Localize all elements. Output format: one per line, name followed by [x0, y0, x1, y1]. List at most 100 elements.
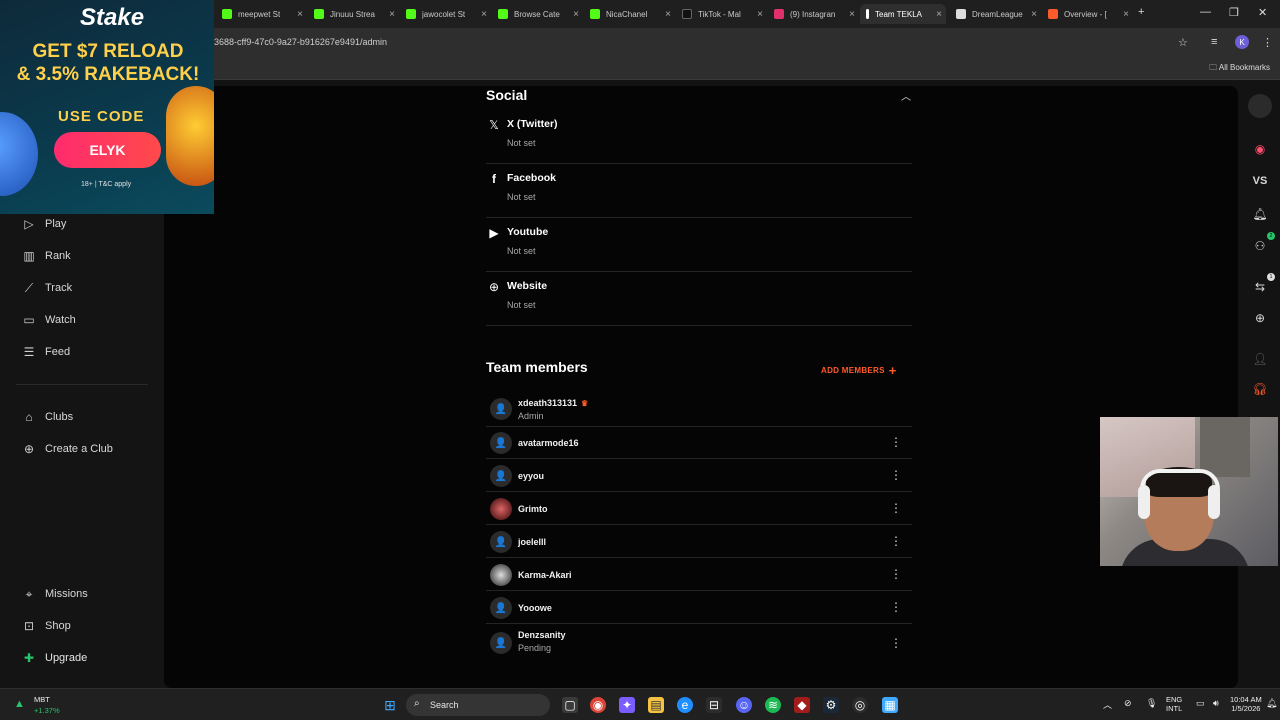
- chevron-up-icon[interactable]: ︿: [901, 88, 911, 103]
- copilot-icon[interactable]: ✦: [619, 697, 635, 713]
- browser-tab[interactable]: TikTok - Mal ×: [676, 4, 767, 24]
- member-row[interactable]: 👤 xdeath313131 ♛ Admin: [486, 393, 912, 427]
- browser-tab[interactable]: Jinuuu Strea ×: [308, 4, 399, 24]
- close-tab-icon[interactable]: ×: [389, 9, 395, 20]
- sidebar-item-feed[interactable]: ☰ Feed: [22, 342, 70, 362]
- spotify-icon[interactable]: ≋: [765, 697, 781, 713]
- more-options-icon[interactable]: ⋮: [890, 502, 902, 514]
- discord-icon[interactable]: ☺: [736, 697, 752, 713]
- network-icon[interactable]: ⊘: [1124, 698, 1132, 709]
- browser-tab[interactable]: (9) Instagran ×: [768, 4, 859, 24]
- steam-icon[interactable]: ⚙: [823, 697, 839, 713]
- new-tab-icon[interactable]: +: [1138, 6, 1144, 18]
- bell-icon[interactable]: 🔔︎: [1250, 207, 1270, 221]
- minimize-icon[interactable]: —: [1200, 6, 1211, 18]
- stock-name[interactable]: MBT: [34, 695, 50, 704]
- volume-icon[interactable]: 🔊︎: [1213, 698, 1219, 709]
- social-item-facebook[interactable]: f Facebook Not set: [486, 164, 912, 218]
- headset-icon[interactable]: 🎧︎: [1250, 382, 1270, 396]
- browser-tab[interactable]: jawocolet St ×: [400, 4, 491, 24]
- url-text[interactable]: 3688-cff9-47c0-9a27-b916267e9491/admin: [214, 37, 387, 47]
- member-row[interactable]: 👤 Denzsanity Pending ⋮: [486, 625, 912, 661]
- bookmark-star-icon[interactable]: ☆: [1178, 36, 1188, 49]
- close-tab-icon[interactable]: ×: [757, 9, 763, 20]
- browser-tab[interactable]: DreamLeague ×: [950, 4, 1041, 24]
- dota-icon[interactable]: ◆: [794, 697, 810, 713]
- more-options-icon[interactable]: ⋮: [890, 535, 902, 547]
- chrome-icon[interactable]: ◉: [590, 697, 606, 713]
- requests-icon[interactable]: ⇆: [1250, 280, 1270, 294]
- clock[interactable]: 10:04 AM 1/5/2026: [1230, 695, 1262, 713]
- browser-tab[interactable]: Overview - [×: [1042, 4, 1133, 24]
- display-icon[interactable]: ▭: [1196, 698, 1205, 709]
- member-row[interactable]: 👤 joelelll ⋮: [486, 526, 912, 558]
- close-tab-icon[interactable]: ×: [573, 9, 579, 20]
- notepad-icon[interactable]: ▦: [882, 697, 898, 713]
- close-tab-icon[interactable]: ×: [481, 9, 487, 20]
- more-options-icon[interactable]: ⋮: [890, 637, 902, 649]
- user-avatar[interactable]: [1248, 94, 1272, 118]
- sidebar-item-create-club[interactable]: ⊕ Create a Club: [22, 439, 113, 459]
- tray-overflow-icon[interactable]: ︿: [1103, 698, 1112, 711]
- profile-avatar[interactable]: K: [1235, 35, 1249, 49]
- shop-icon: ⊡: [23, 619, 35, 633]
- add-circle-icon[interactable]: ⊕: [1250, 311, 1270, 325]
- vs-button[interactable]: VS: [1250, 175, 1270, 187]
- browser-tab-active[interactable]: Team TEKLA ×: [860, 4, 946, 24]
- app-icon[interactable]: ◎: [852, 697, 868, 713]
- sidebar-item-missions[interactable]: ⌖ Missions: [22, 584, 88, 604]
- language-indicator[interactable]: ENG INTL: [1166, 695, 1182, 713]
- microphone-icon[interactable]: 🎙︎: [1146, 698, 1157, 709]
- member-row[interactable]: Karma-Akari ⋮: [486, 559, 912, 591]
- member-row[interactable]: Grimto ⋮: [486, 493, 912, 525]
- user-icon[interactable]: 👤︎: [1250, 352, 1270, 366]
- sidebar-item-clubs[interactable]: ⌂ Clubs: [22, 407, 73, 427]
- close-tab-icon[interactable]: ×: [665, 9, 671, 20]
- menu-icon[interactable]: ⋮: [1262, 36, 1273, 49]
- more-options-icon[interactable]: ⋮: [890, 568, 902, 580]
- close-tab-icon[interactable]: ×: [297, 9, 303, 20]
- close-tab-icon[interactable]: ×: [1031, 9, 1037, 20]
- sidebar-item-upgrade[interactable]: ✚ Upgrade: [22, 648, 87, 668]
- sidebar-item-rank[interactable]: ▥ Rank: [22, 246, 70, 266]
- ad-code-button[interactable]: ELYK: [54, 132, 161, 168]
- browser-tab[interactable]: NicaChanel ×: [584, 4, 675, 24]
- edge-icon[interactable]: e: [677, 697, 693, 713]
- add-members-button[interactable]: ADD MEMBERS +: [821, 363, 897, 378]
- notifications-icon[interactable]: 🔔︎: [1266, 698, 1277, 709]
- member-row[interactable]: 👤 eyyou ⋮: [486, 460, 912, 492]
- live-icon[interactable]: ◉: [1250, 142, 1270, 156]
- member-row[interactable]: 👤 Yooowe ⋮: [486, 592, 912, 624]
- friends-icon[interactable]: ⚇: [1250, 239, 1270, 253]
- social-item-website[interactable]: ⊕ Website Not set: [486, 272, 912, 326]
- rank-icon: ▥: [23, 249, 35, 263]
- sidebar-item-shop[interactable]: ⊡ Shop: [22, 616, 71, 636]
- member-row[interactable]: 👤 avatarmode16 ⋮: [486, 427, 912, 459]
- store-icon[interactable]: ⊟: [706, 697, 722, 713]
- social-item-x[interactable]: 𝕏 X (Twitter) Not set: [486, 110, 912, 164]
- sidebar-item-watch[interactable]: ▭ Watch: [22, 310, 75, 330]
- taskbar-search[interactable]: ⌕ Search: [406, 694, 550, 716]
- media-control-icon[interactable]: ≡: [1211, 36, 1217, 48]
- close-tab-icon[interactable]: ×: [936, 9, 942, 20]
- window-close-icon[interactable]: ✕: [1258, 6, 1267, 19]
- more-options-icon[interactable]: ⋮: [890, 601, 902, 613]
- more-options-icon[interactable]: ⋮: [890, 469, 902, 481]
- more-options-icon[interactable]: ⋮: [890, 436, 902, 448]
- social-item-youtube[interactable]: ▶ Youtube Not set: [486, 218, 912, 272]
- all-bookmarks[interactable]: 🗀 All Bookmarks: [1209, 62, 1270, 76]
- close-tab-icon[interactable]: ×: [1123, 9, 1129, 20]
- requests-badge: 1: [1267, 273, 1275, 281]
- close-tab-icon[interactable]: ×: [849, 9, 855, 20]
- task-view-icon[interactable]: ▢: [562, 697, 578, 713]
- browser-tab[interactable]: Browse Cate ×: [492, 4, 583, 24]
- restore-icon[interactable]: ❐: [1229, 6, 1239, 19]
- sidebar-item-track[interactable]: ⟋ Track: [22, 278, 72, 298]
- avatar: 👤: [490, 432, 512, 454]
- stake-ad[interactable]: Stake GET $7 RELOAD & 3.5% RAKEBACK! USE …: [0, 0, 214, 214]
- sidebar-item-play[interactable]: ▷ Play: [22, 214, 66, 234]
- stock-change: +1.37%: [34, 706, 60, 715]
- file-explorer-icon[interactable]: ▤: [648, 697, 664, 713]
- windows-start-icon[interactable]: ⊞: [382, 697, 398, 713]
- browser-tab[interactable]: meepwet St ×: [216, 4, 307, 24]
